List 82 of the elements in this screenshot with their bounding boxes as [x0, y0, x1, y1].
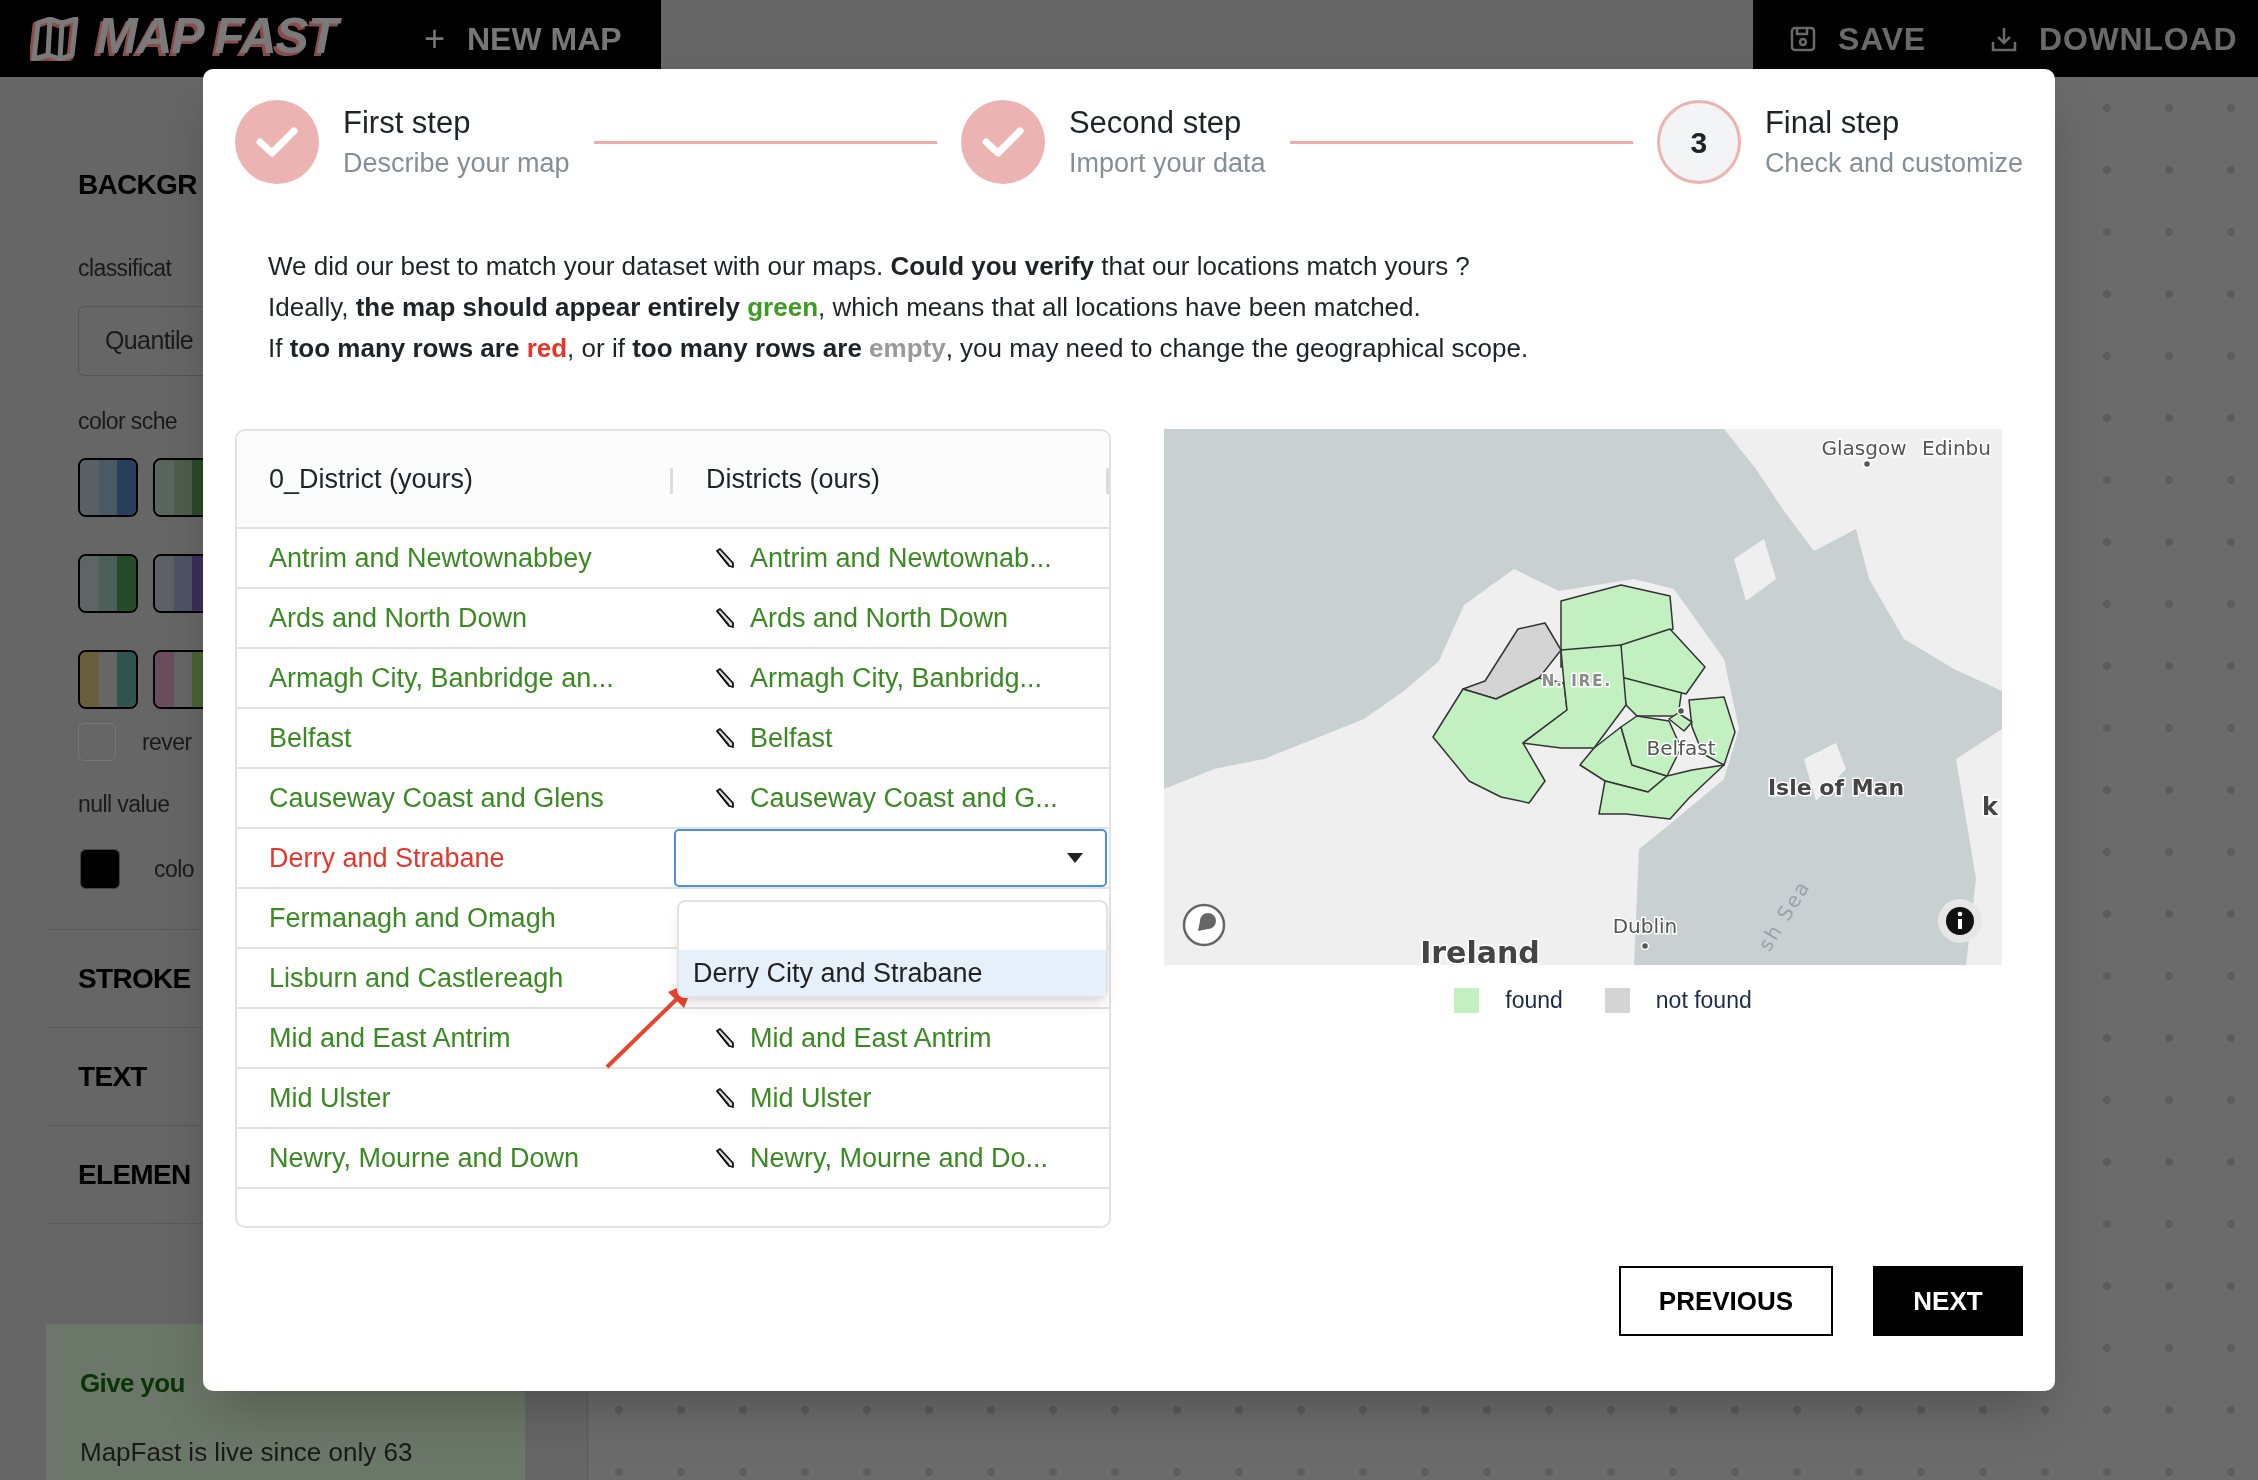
matched-district: Ards and North Down: [750, 601, 1009, 635]
map-label: k: [1982, 793, 1998, 821]
section-title[interactable]: TEXT: [78, 1055, 147, 1098]
city-dot-icon: [1640, 941, 1650, 951]
pencil-icon[interactable]: [714, 788, 734, 808]
district-name: Belfast: [269, 721, 352, 755]
step-title: First step: [343, 104, 472, 142]
previous-button[interactable]: PREVIOUS: [1619, 1266, 1833, 1336]
compass-icon[interactable]: [1182, 903, 1226, 947]
pencil-icon[interactable]: [714, 1028, 734, 1048]
map-label: Edinbu: [1922, 436, 1991, 460]
matched-district: Newry, Mourne and Do...: [750, 1141, 1049, 1175]
step-subtitle: Import your data: [1068, 147, 1266, 180]
map-label: Glasgow: [1821, 436, 1907, 460]
matched-district: Antrim and Newtownab...: [750, 541, 1052, 575]
matched-district: Mid Ulster: [750, 1081, 872, 1115]
instruction-text: If too many rows are red, or if too many rows are empty, you may need to change the geographical scope.: [268, 332, 1530, 365]
null-color-swatch[interactable]: [80, 849, 120, 889]
header-action-button[interactable]: DOWNLOAD: [1990, 14, 2238, 63]
header-action-button[interactable]: SAVE: [1790, 14, 1926, 63]
map-label: Ireland: [1420, 935, 1540, 965]
color-label: colo: [154, 854, 194, 884]
district-shape[interactable]: [1522, 644, 1627, 749]
feedback-text: MapFast is live since only 63: [80, 1436, 414, 1469]
caret-icon: [1067, 853, 1083, 863]
column-header: Districts (ours): [706, 462, 880, 496]
next-button[interactable]: NEXT: [1873, 1266, 2023, 1336]
pencil-icon[interactable]: [714, 548, 734, 568]
district-name: Newry, Mourne and Down: [269, 1141, 580, 1175]
city-dot-icon: [1862, 459, 1872, 469]
match-select[interactable]: [674, 829, 1107, 887]
pencil-icon[interactable]: [714, 668, 734, 688]
district-name: Lisburn and Castlereagh: [269, 961, 564, 995]
district-name: Ards and North Down: [269, 601, 528, 635]
matched-district: Causeway Coast and G...: [750, 781, 1058, 815]
field-label: null value: [78, 790, 170, 819]
district-name: Mid Ulster: [269, 1081, 391, 1115]
section-title[interactable]: STROKE: [78, 957, 191, 1000]
pencil-icon[interactable]: [714, 1148, 734, 1168]
info-icon[interactable]: [1938, 899, 1982, 943]
new-map-button[interactable]: + NEW MAP: [423, 11, 622, 66]
district-name: Antrim and Newtownabbey: [269, 541, 592, 575]
city-dot-icon: [1676, 706, 1686, 716]
pencil-icon[interactable]: [714, 728, 734, 748]
step-subtitle: Describe your map: [343, 147, 570, 180]
field-label: color sche: [78, 407, 178, 436]
feedback-title: Give you: [80, 1367, 186, 1400]
step-number: 3: [1656, 100, 1741, 184]
matched-district: Mid and East Antrim: [750, 1021, 992, 1055]
download-icon: [1990, 25, 2017, 52]
color-scheme-swatch[interactable]: [78, 554, 138, 613]
checkbox-label: rever: [142, 727, 192, 757]
legend-label: found: [1505, 986, 1563, 1015]
legend-label: not found: [1655, 986, 1752, 1015]
column-header: 0_District (yours): [269, 462, 474, 496]
color-scheme-swatch[interactable]: [78, 650, 138, 709]
step-title: Final step: [1764, 104, 1901, 142]
logo-text: MAP FAST: [90, 5, 349, 72]
pencil-icon[interactable]: [714, 1088, 734, 1108]
color-scheme-swatch[interactable]: [78, 458, 138, 517]
dropdown-option[interactable]: Derry City and Strabane: [679, 950, 1106, 996]
district-name: Armagh City, Banbridge an...: [269, 661, 614, 695]
step-title: Second step: [1068, 104, 1243, 142]
pencil-icon[interactable]: [714, 608, 734, 628]
field-label: classificat: [78, 254, 172, 283]
step-subtitle: Check and customize: [1764, 147, 2023, 180]
district-name: Mid and East Antrim: [269, 1021, 511, 1055]
map-label: Dublin: [1612, 914, 1678, 938]
section-title: BACKGR: [78, 168, 197, 202]
plus-icon: +: [423, 11, 445, 66]
save-icon: [1790, 25, 1816, 52]
district-shape[interactable]: [1462, 622, 1562, 700]
matched-district: Armagh City, Banbridg...: [750, 661, 1043, 695]
section-title[interactable]: ELEMEN: [78, 1153, 191, 1196]
instruction-text: We did our best to match your dataset with our maps. Could you verify that our locations match yours ?: [268, 250, 1471, 283]
district-name: Fermanagh and Omagh: [269, 901, 556, 935]
district-name: Derry and Strabane: [269, 841, 505, 875]
map-label: Isle of Man: [1767, 775, 1905, 800]
instruction-text: Ideally, the map should appear entirely green, which means that all locations have been matched.: [268, 291, 1422, 324]
matched-district: Belfast: [750, 721, 833, 755]
district-name: Causeway Coast and Glens: [269, 781, 604, 815]
district-shape[interactable]: [1668, 712, 1693, 732]
